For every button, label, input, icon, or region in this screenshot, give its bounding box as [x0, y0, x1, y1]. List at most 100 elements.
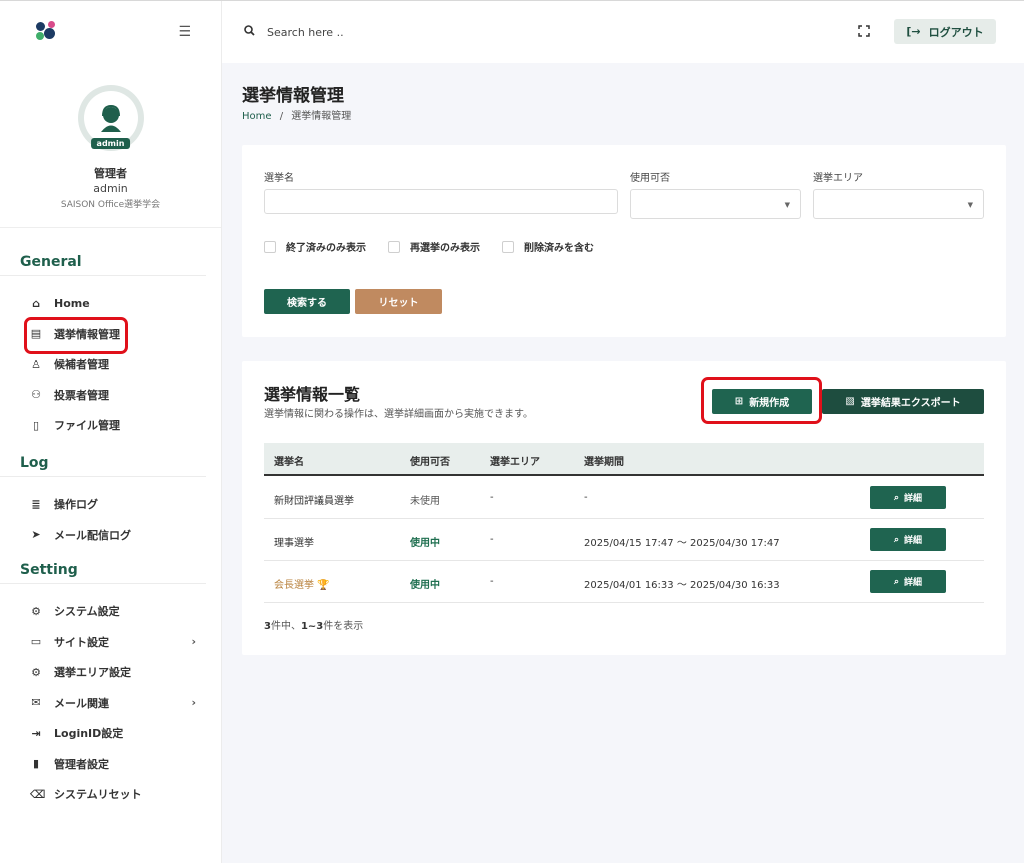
cell-name: 理事選挙 [274, 538, 314, 549]
sidebar: ☰ admin 管理者 admin SAISON Office選挙学会 Gene… [0, 1, 222, 863]
detail-button[interactable]: ⌕ 詳細 [870, 570, 946, 593]
profile-block: admin 管理者 admin SAISON Office選挙学会 [0, 63, 221, 228]
sidebar-item-system-settings[interactable]: ⚙ システム設定 [0, 596, 222, 627]
table-row: 理事選挙 使用中 - 2025/04/15 17:47 〜 2025/04/30… [264, 519, 984, 561]
list-title: 選挙情報一覧 [264, 385, 361, 404]
profile-role: admin [93, 182, 128, 195]
search-button[interactable]: 検索する [264, 289, 350, 314]
result-count: 3件中、1~3件を表示 [264, 621, 364, 632]
breadcrumb: Home / 選挙情報管理 [242, 107, 351, 122]
cell-period: 2025/04/01 16:33 〜 2025/04/30 16:33 [584, 580, 780, 591]
caret-down-icon: ▼ [784, 201, 790, 209]
sidebar-item-admin-settings[interactable]: ▮ 管理者設定 [0, 749, 222, 780]
caret-down-icon: ▼ [967, 201, 973, 209]
clipboard-icon: ▮ [32, 757, 40, 771]
column-header-period: 選挙期間 [584, 457, 624, 468]
database-icon: ≣ [31, 497, 41, 511]
sidebar-item-voters[interactable]: ⚇ 投票者管理 [0, 380, 222, 411]
cell-period: 2025/04/15 17:47 〜 2025/04/30 17:47 [584, 538, 780, 549]
cell-area: - [490, 576, 494, 587]
checkbox-box[interactable] [388, 240, 400, 253]
sidebar-item-home[interactable]: ⌂ Home [0, 288, 222, 319]
nav-section-log: Log ≣ 操作ログ ➤ メール配信ログ [0, 449, 222, 550]
zoom-icon: ⌕ [893, 534, 900, 545]
menu-toggle-icon[interactable]: ☰ [178, 24, 191, 40]
checkbox-box[interactable] [502, 240, 514, 253]
election-name-input[interactable] [264, 189, 618, 214]
zoom-icon: ⌕ [893, 576, 900, 587]
cell-area: - [490, 534, 494, 545]
cell-period: - [584, 492, 588, 503]
logout-icon: [→ [906, 25, 921, 38]
page-title: 選挙情報管理 [242, 86, 344, 106]
usage-select[interactable]: ▼ [630, 189, 801, 219]
delete-icon: ⌫ [30, 787, 46, 801]
include-deleted-checkbox[interactable]: 削除済みを含む [502, 239, 594, 254]
fullscreen-icon[interactable] [858, 25, 870, 40]
nav-section-title: General [0, 248, 206, 276]
breadcrumb-home-link[interactable]: Home [242, 111, 272, 122]
sidebar-item-area-settings[interactable]: ⚙ 選挙エリア設定 [0, 657, 222, 688]
chevron-right-icon: › [191, 635, 196, 649]
highlight-annotation [701, 377, 822, 424]
gear-icon: ⚙ [31, 604, 41, 618]
chevron-right-icon: › [191, 696, 196, 710]
sidebar-item-mail-log[interactable]: ➤ メール配信ログ [0, 520, 222, 551]
profile-org: SAISON Office選挙学会 [60, 200, 161, 210]
home-icon: ⌂ [32, 296, 40, 310]
mail-icon: ✉ [31, 696, 41, 710]
cell-area: - [490, 492, 494, 503]
cell-name: 新財団評議員選挙 [274, 496, 354, 507]
checkbox-box[interactable] [264, 240, 276, 253]
breadcrumb-current: 選挙情報管理 [291, 111, 352, 122]
sidebar-item-files[interactable]: ▯ ファイル管理 [0, 410, 222, 441]
sidebar-header: ☰ [0, 1, 221, 63]
table-header: 選挙名 使用可否 選挙エリア 選挙期間 [264, 443, 984, 476]
nav-section-setting: Setting ⚙ システム設定 ▭ サイト設定 › ⚙ 選挙エリア設定 ✉ メール関連 ›… [0, 556, 222, 810]
zoom-icon: ⌕ [893, 492, 900, 503]
nav-section-title: Log [0, 449, 206, 477]
cell-name[interactable]: 会長選挙 🏆 [274, 576, 330, 591]
cell-status: 使用中 [410, 538, 440, 549]
login-icon: ⇥ [31, 726, 41, 740]
area-select[interactable]: ▼ [813, 189, 984, 219]
app-logo[interactable] [34, 20, 58, 44]
area-label: 選挙エリア [813, 173, 863, 184]
search-input[interactable] [267, 25, 567, 39]
column-header-name: 選挙名 [274, 457, 304, 468]
ended-only-checkbox[interactable]: 終了済みのみ表示 [264, 239, 366, 254]
nav-section-title: Setting [0, 556, 206, 584]
profile-name: 管理者 [94, 167, 127, 180]
users-icon: ⚇ [31, 388, 41, 402]
avatar: admin [77, 85, 144, 151]
gear-icon: ⚙ [31, 665, 41, 679]
filter-card: 選挙名 使用可否 ▼ 選挙エリア ▼ 終了済みのみ表示 再選挙のみ表示 削除済み… [242, 145, 1006, 337]
reelection-only-checkbox[interactable]: 再選挙のみ表示 [388, 239, 480, 254]
election-name-label: 選挙名 [264, 173, 294, 184]
column-header-usage: 使用可否 [410, 457, 450, 468]
reset-button[interactable]: リセット [355, 289, 442, 314]
table-row: 会長選挙 🏆 使用中 - 2025/04/01 16:33 〜 2025/04/… [264, 561, 984, 603]
sidebar-item-mail[interactable]: ✉ メール関連 › [0, 688, 222, 719]
cell-status: 使用中 [410, 580, 440, 591]
sidebar-item-site-settings[interactable]: ▭ サイト設定 › [0, 627, 222, 658]
topbar: [→ ログアウト [222, 1, 1024, 63]
column-header-area: 選挙エリア [490, 457, 540, 468]
detail-button[interactable]: ⌕ 詳細 [870, 528, 946, 551]
detail-button[interactable]: ⌕ 詳細 [870, 486, 946, 509]
list-subtitle: 選挙情報に関わる操作は、選挙詳細画面から実施できます。 [264, 409, 533, 420]
export-results-button[interactable]: ▧ 選挙結果エクスポート [822, 389, 984, 414]
sidebar-item-system-reset[interactable]: ⌫ システムリセット [0, 779, 222, 810]
file-icon: ▯ [32, 418, 40, 432]
monitor-icon: ▭ [30, 635, 42, 649]
election-list-card: 選挙情報一覧 選挙情報に関わる操作は、選挙詳細画面から実施できます。 ⊞ 新規作成… [242, 361, 1006, 655]
sidebar-item-operation-log[interactable]: ≣ 操作ログ [0, 489, 222, 520]
logout-button[interactable]: [→ ログアウト [894, 19, 996, 44]
breadcrumb-separator: / [279, 111, 284, 122]
cell-status: 未使用 [410, 496, 440, 507]
search-icon [244, 25, 255, 39]
sidebar-item-loginid[interactable]: ⇥ LoginID設定 [0, 718, 222, 749]
send-icon: ➤ [31, 528, 41, 542]
trophy-icon: 🏆 [317, 580, 330, 591]
headset-user-icon [83, 91, 138, 145]
